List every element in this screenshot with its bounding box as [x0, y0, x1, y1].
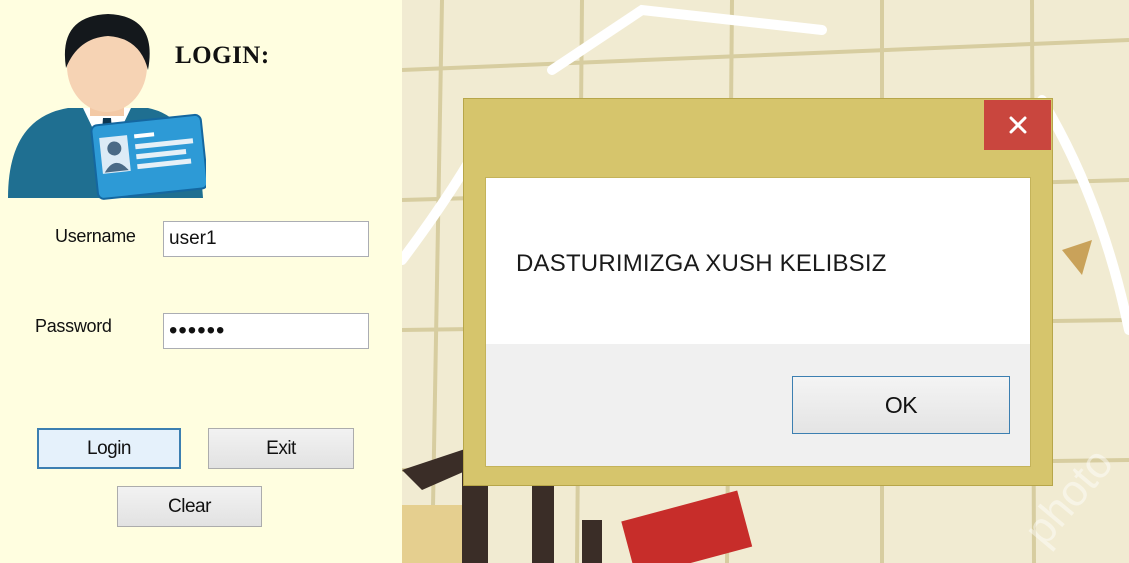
message-dialog: DASTURIMIZGA XUSH KELIBSIZ OK	[463, 98, 1053, 486]
dialog-content: DASTURIMIZGA XUSH KELIBSIZ OK	[485, 177, 1031, 467]
login-button[interactable]: Login	[37, 428, 181, 469]
username-input[interactable]	[163, 221, 369, 257]
user-id-card-icon	[8, 8, 209, 200]
dialog-close-button[interactable]	[984, 100, 1051, 150]
close-icon	[1009, 116, 1026, 134]
login-title: LOGIN:	[175, 42, 270, 69]
login-form: LOGIN: Username Password Login Exit Clea…	[0, 0, 402, 563]
clear-button[interactable]: Clear	[117, 486, 262, 527]
dialog-message: DASTURIMIZGA XUSH KELIBSIZ	[516, 250, 887, 277]
password-input[interactable]	[163, 313, 369, 349]
dialog-footer: OK	[486, 344, 1030, 466]
exit-button[interactable]: Exit	[208, 428, 354, 469]
ok-button[interactable]: OK	[792, 376, 1010, 434]
password-label: Password	[35, 316, 112, 336]
username-label: Username	[55, 226, 136, 246]
